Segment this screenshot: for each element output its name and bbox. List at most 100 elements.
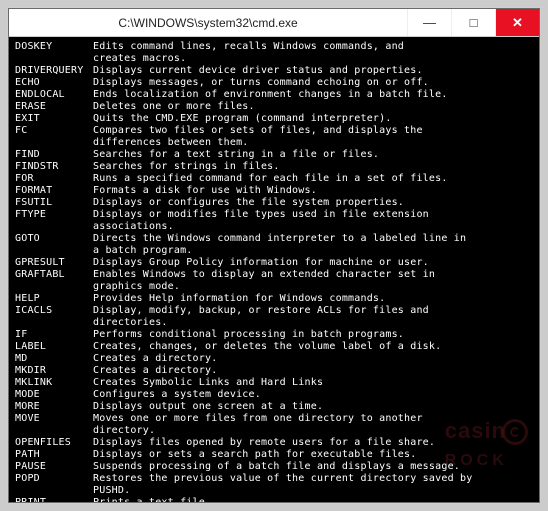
command-row: IFPerforms conditional processing in bat… <box>15 329 533 341</box>
command-row: DOSKEYEdits command lines, recalls Windo… <box>15 41 533 53</box>
window-buttons: — □ ✕ <box>407 9 539 36</box>
command-desc: creates macros. <box>93 53 533 65</box>
command-desc: Displays messages, or turns command echo… <box>93 77 533 89</box>
command-row: ICACLSDisplay, modify, backup, or restor… <box>15 305 533 317</box>
command-desc: Creates a directory. <box>93 353 533 365</box>
command-name: MOVE <box>15 413 93 425</box>
command-row: PAUSESuspends processing of a batch file… <box>15 461 533 473</box>
command-row: GPRESULTDisplays Group Policy informatio… <box>15 257 533 269</box>
command-desc: Deletes one or more files. <box>93 101 533 113</box>
command-desc: Configures a system device. <box>93 389 533 401</box>
command-name: ECHO <box>15 77 93 89</box>
command-row-cont: .creates macros. <box>15 53 533 65</box>
command-name: PAUSE <box>15 461 93 473</box>
command-row-cont: .directory. <box>15 425 533 437</box>
command-desc: Displays files opened by remote users fo… <box>93 437 533 449</box>
command-name: LABEL <box>15 341 93 353</box>
command-name: HELP <box>15 293 93 305</box>
command-desc: Displays or configures the file system p… <box>93 197 533 209</box>
command-name: DRIVERQUERY <box>15 65 93 77</box>
command-name: MKDIR <box>15 365 93 377</box>
command-desc: Prints a text file. <box>93 497 533 502</box>
titlebar: C:\WINDOWS\system32\cmd.exe — □ ✕ <box>9 9 539 37</box>
command-row: PATHDisplays or sets a search path for e… <box>15 449 533 461</box>
command-desc: graphics mode. <box>93 281 533 293</box>
command-row: FCCompares two files or sets of files, a… <box>15 125 533 137</box>
command-desc: differences between them. <box>93 137 533 149</box>
command-row: GOTODirects the Windows command interpre… <box>15 233 533 245</box>
command-desc: Creates Symbolic Links and Hard Links <box>93 377 533 389</box>
command-row: POPDRestores the previous value of the c… <box>15 473 533 485</box>
minimize-button[interactable]: — <box>407 9 451 36</box>
command-desc: a batch program. <box>93 245 533 257</box>
command-desc: associations. <box>93 221 533 233</box>
command-name: FC <box>15 125 93 137</box>
command-name: FSUTIL <box>15 197 93 209</box>
command-row: PRINTPrints a text file. <box>15 497 533 502</box>
command-name: ENDLOCAL <box>15 89 93 101</box>
command-desc: Formats a disk for use with Windows. <box>93 185 533 197</box>
command-row: MODEConfigures a system device. <box>15 389 533 401</box>
command-desc: Searches for a text string in a file or … <box>93 149 533 161</box>
command-row: MOVEMoves one or more files from one dir… <box>15 413 533 425</box>
command-row: ENDLOCALEnds localization of environment… <box>15 89 533 101</box>
window-title: C:\WINDOWS\system32\cmd.exe <box>9 16 407 30</box>
command-name: MORE <box>15 401 93 413</box>
command-row-cont: .directories. <box>15 317 533 329</box>
command-name: FOR <box>15 173 93 185</box>
command-desc: directory. <box>93 425 533 437</box>
command-desc: Searches for strings in files. <box>93 161 533 173</box>
command-desc: Moves one or more files from one directo… <box>93 413 533 425</box>
command-row-cont: .associations. <box>15 221 533 233</box>
command-row: FSUTILDisplays or configures the file sy… <box>15 197 533 209</box>
command-desc: Compares two files or sets of files, and… <box>93 125 533 137</box>
command-desc: Creates a directory. <box>93 365 533 377</box>
command-row: MOREDisplays output one screen at a time… <box>15 401 533 413</box>
command-desc: Restores the previous value of the curre… <box>93 473 533 485</box>
command-desc: Enables Windows to display an extended c… <box>93 269 533 281</box>
maximize-button[interactable]: □ <box>451 9 495 36</box>
command-name: ERASE <box>15 101 93 113</box>
command-row-cont: .PUSHD. <box>15 485 533 497</box>
command-name: FORMAT <box>15 185 93 197</box>
command-row: FORRuns a specified command for each fil… <box>15 173 533 185</box>
command-row: DRIVERQUERYDisplays current device drive… <box>15 65 533 77</box>
command-desc: Creates, changes, or deletes the volume … <box>93 341 533 353</box>
command-desc: Ends localization of environment changes… <box>93 89 533 101</box>
command-desc: Directs the Windows command interpreter … <box>93 233 533 245</box>
command-row: EXITQuits the CMD.EXE program (command i… <box>15 113 533 125</box>
command-row: MKDIRCreates a directory. <box>15 365 533 377</box>
command-name: ICACLS <box>15 305 93 317</box>
command-name: FTYPE <box>15 209 93 221</box>
command-desc: Runs a specified command for each file i… <box>93 173 533 185</box>
close-button[interactable]: ✕ <box>495 9 539 36</box>
command-name: FINDSTR <box>15 161 93 173</box>
command-name: DOSKEY <box>15 41 93 53</box>
cmd-window: C:\WINDOWS\system32\cmd.exe — □ ✕ DOSKEY… <box>8 8 540 503</box>
command-name: GOTO <box>15 233 93 245</box>
command-name: PRINT <box>15 497 93 502</box>
command-name: MKLINK <box>15 377 93 389</box>
command-name: GRAFTABL <box>15 269 93 281</box>
command-row: FORMATFormats a disk for use with Window… <box>15 185 533 197</box>
command-desc: Displays current device driver status an… <box>93 65 533 77</box>
command-row: MDCreates a directory. <box>15 353 533 365</box>
command-desc: Quits the CMD.EXE program (command inter… <box>93 113 533 125</box>
command-row: FTYPEDisplays or modifies file types use… <box>15 209 533 221</box>
command-name: IF <box>15 329 93 341</box>
command-desc: Provides Help information for Windows co… <box>93 293 533 305</box>
command-name: MODE <box>15 389 93 401</box>
command-row: LABELCreates, changes, or deletes the vo… <box>15 341 533 353</box>
command-row-cont: .a batch program. <box>15 245 533 257</box>
command-row: HELPProvides Help information for Window… <box>15 293 533 305</box>
command-row: ECHODisplays messages, or turns command … <box>15 77 533 89</box>
command-row: FINDSearches for a text string in a file… <box>15 149 533 161</box>
command-row-cont: .graphics mode. <box>15 281 533 293</box>
command-name: OPENFILES <box>15 437 93 449</box>
command-row: FINDSTRSearches for strings in files. <box>15 161 533 173</box>
terminal-output[interactable]: DOSKEYEdits command lines, recalls Windo… <box>9 37 539 502</box>
command-row: MKLINKCreates Symbolic Links and Hard Li… <box>15 377 533 389</box>
command-name: GPRESULT <box>15 257 93 269</box>
command-desc: Displays Group Policy information for ma… <box>93 257 533 269</box>
command-name: MD <box>15 353 93 365</box>
